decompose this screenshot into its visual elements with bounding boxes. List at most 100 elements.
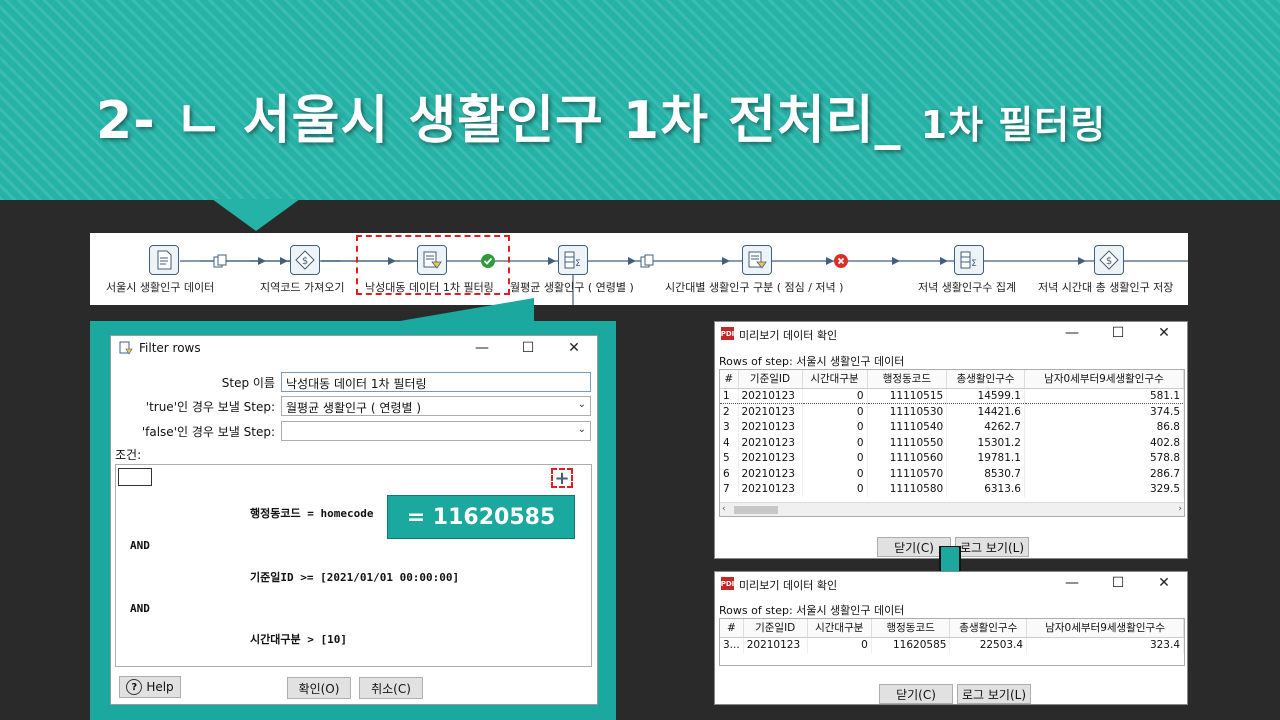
table-row[interactable]: 6 20210123 0 11110570 8530.7 286.7	[720, 465, 1184, 482]
close-preview-button[interactable]: 닫기(C)	[879, 684, 953, 704]
copy-rows-icon[interactable]	[213, 254, 227, 268]
col-time-slot[interactable]: 시간대구분	[807, 619, 872, 638]
minimize-button[interactable]: —	[1049, 322, 1095, 344]
table-cell: 11110515	[867, 387, 948, 405]
col-total-pop[interactable]: 총생활인구수	[946, 370, 1025, 389]
preview-table[interactable]: # 기준일ID 시간대구분 행정동코드 총생활인구수 남자0세부터9세생활인구수…	[719, 618, 1185, 666]
close-button[interactable]: ✕	[551, 336, 597, 360]
table-cell: 20210123	[738, 387, 803, 405]
cancel-button[interactable]: 취소(C)	[359, 677, 423, 699]
text-file-input-icon[interactable]	[149, 245, 179, 275]
table-cell: 11110530	[867, 403, 948, 420]
app-icon: PDI	[721, 327, 734, 340]
col-time-slot[interactable]: 시간대구분	[802, 370, 868, 389]
minimize-button[interactable]: —	[459, 336, 505, 360]
horizontal-scrollbar[interactable]: ‹ ›	[720, 502, 1184, 516]
group-by-icon[interactable]: Σ	[954, 245, 984, 275]
group-by-icon[interactable]: Σ	[558, 245, 588, 275]
chevron-down-icon: ⌄	[577, 424, 586, 435]
table-cell: 11110580	[867, 481, 948, 498]
table-cell: 11110560	[867, 450, 948, 466]
scroll-left-icon[interactable]: ‹	[722, 504, 726, 514]
close-button[interactable]: ✕	[1141, 322, 1187, 344]
table-row[interactable]: 1 20210123 0 11110515 14599.1 581.1	[720, 387, 1184, 405]
condition-2[interactable]: 기준일ID >= [2021/01/01 00:00:00]	[250, 569, 459, 585]
condition-1[interactable]: 행정동코드 = homecode	[250, 505, 373, 521]
step-label-6: 저녁 생활인구수 집계	[918, 281, 1017, 294]
conditions-label: 조건:	[115, 448, 142, 462]
table-row[interactable]: 3... 20210123 0 11620585 22503.4 323.4	[720, 637, 1184, 653]
step-name-input[interactable]: 낙성대동 데이터 1차 필터링	[281, 372, 591, 392]
table-cell: 20210123	[738, 419, 803, 435]
scroll-right-icon[interactable]: ›	[1178, 504, 1182, 514]
filter-rows-icon	[119, 341, 133, 355]
preview-title: 미리보기 데이터 확인	[739, 329, 838, 342]
table-output-icon[interactable]: $	[1094, 245, 1124, 275]
table-row[interactable]: 3 20210123 0 11110540 4262.7 86.8	[720, 419, 1184, 435]
svg-text:$: $	[1106, 256, 1112, 267]
table-cell: 11110550	[867, 434, 948, 451]
table-cell: 578.8	[1024, 450, 1184, 466]
show-log-button[interactable]: 로그 보기(L)	[957, 684, 1031, 704]
ok-button[interactable]: 확인(O)	[287, 677, 351, 699]
col-male-0-9[interactable]: 남자0세부터9세생활인구수	[1024, 370, 1184, 389]
table-cell: 3...	[720, 637, 744, 653]
table-cell: 0	[802, 434, 868, 451]
preview-table[interactable]: # 기준일ID 시간대구분 행정동코드 총생활인구수 남자0세부터9세생활인구수…	[719, 369, 1185, 517]
add-condition-button[interactable]: +	[551, 467, 573, 489]
col-date-id[interactable]: 기준일ID	[738, 370, 803, 389]
condition-3[interactable]: 시간대구분 > [10]	[250, 631, 347, 647]
col-total-pop[interactable]: 총생활인구수	[949, 619, 1028, 638]
col-index[interactable]: #	[720, 619, 744, 638]
table-cell: 20210123	[738, 434, 803, 451]
slide-header: 2- ㄴ 서울시 생활인구 1차 전처리_ 1차 필터링	[0, 0, 1280, 200]
table-cell: 4262.7	[946, 419, 1025, 435]
condition-negate-box[interactable]	[118, 468, 152, 486]
table-cell: 402.8	[1024, 434, 1184, 451]
help-label: Help	[146, 680, 174, 694]
filter-rows-icon[interactable]	[742, 245, 772, 275]
false-step-label: 'false'인 경우 보낼 Step:	[141, 425, 275, 439]
operator-and-2[interactable]: AND	[130, 602, 150, 615]
step-label-2: 지역코드 가져오기	[260, 281, 345, 294]
filter-rows-icon[interactable]	[417, 245, 447, 275]
svg-text:$: $	[302, 256, 308, 267]
false-step-select[interactable]: ⌄	[281, 421, 591, 441]
table-cell: 0	[802, 387, 868, 405]
help-button[interactable]: ? Help	[119, 676, 181, 698]
step-label-7: 저녁 시간대 총 생활인구 저장	[1038, 281, 1174, 294]
maximize-button[interactable]: ☐	[1095, 322, 1141, 344]
true-step-select[interactable]: 월평균 생활인구 ( 연령별 ) ⌄	[281, 396, 591, 416]
error-x-icon[interactable]	[834, 254, 848, 268]
table-cell: 11110570	[867, 465, 948, 482]
col-index[interactable]: #	[720, 370, 739, 389]
copy-rows-icon[interactable]	[640, 254, 654, 268]
database-lookup-icon[interactable]: $	[290, 245, 320, 275]
col-dong-code[interactable]: 행정동코드	[867, 370, 948, 389]
table-row[interactable]: 2 20210123 0 11110530 14421.6 374.5	[720, 403, 1184, 420]
table-row[interactable]: 5 20210123 0 11110560 19781.1 578.8	[720, 450, 1184, 466]
col-date-id[interactable]: 기준일ID	[743, 619, 808, 638]
table-cell: 4	[720, 434, 739, 451]
table-row[interactable]: 4 20210123 0 11110550 15301.2 402.8	[720, 434, 1184, 451]
col-dong-code[interactable]: 행정동코드	[871, 619, 951, 638]
col-male-0-9[interactable]: 남자0세부터9세생활인구수	[1026, 619, 1184, 638]
table-cell: 0	[802, 465, 868, 482]
maximize-button[interactable]: ☐	[1095, 572, 1141, 594]
header-pointer-shape	[212, 199, 300, 231]
table-cell: 20210123	[738, 403, 803, 420]
plus-icon: +	[554, 467, 570, 489]
table-cell: 11620585	[871, 637, 951, 653]
dialog-pointer-shape	[394, 298, 534, 322]
table-row[interactable]: 7 20210123 0 11110580 6313.6 329.5	[720, 481, 1184, 498]
table-cell: 374.5	[1024, 403, 1184, 420]
step-label-5: 시간대별 생활인구 구분 ( 점심 / 저녁 )	[665, 281, 844, 294]
table-cell: 11110540	[867, 419, 948, 435]
close-button[interactable]: ✕	[1141, 572, 1187, 594]
scrollbar-thumb[interactable]	[734, 506, 778, 514]
svg-text:Σ: Σ	[971, 259, 977, 269]
maximize-button[interactable]: ☐	[505, 336, 551, 360]
minimize-button[interactable]: —	[1049, 572, 1095, 594]
operator-and-1[interactable]: AND	[130, 539, 150, 552]
preview-title: 미리보기 데이터 확인	[739, 579, 838, 592]
